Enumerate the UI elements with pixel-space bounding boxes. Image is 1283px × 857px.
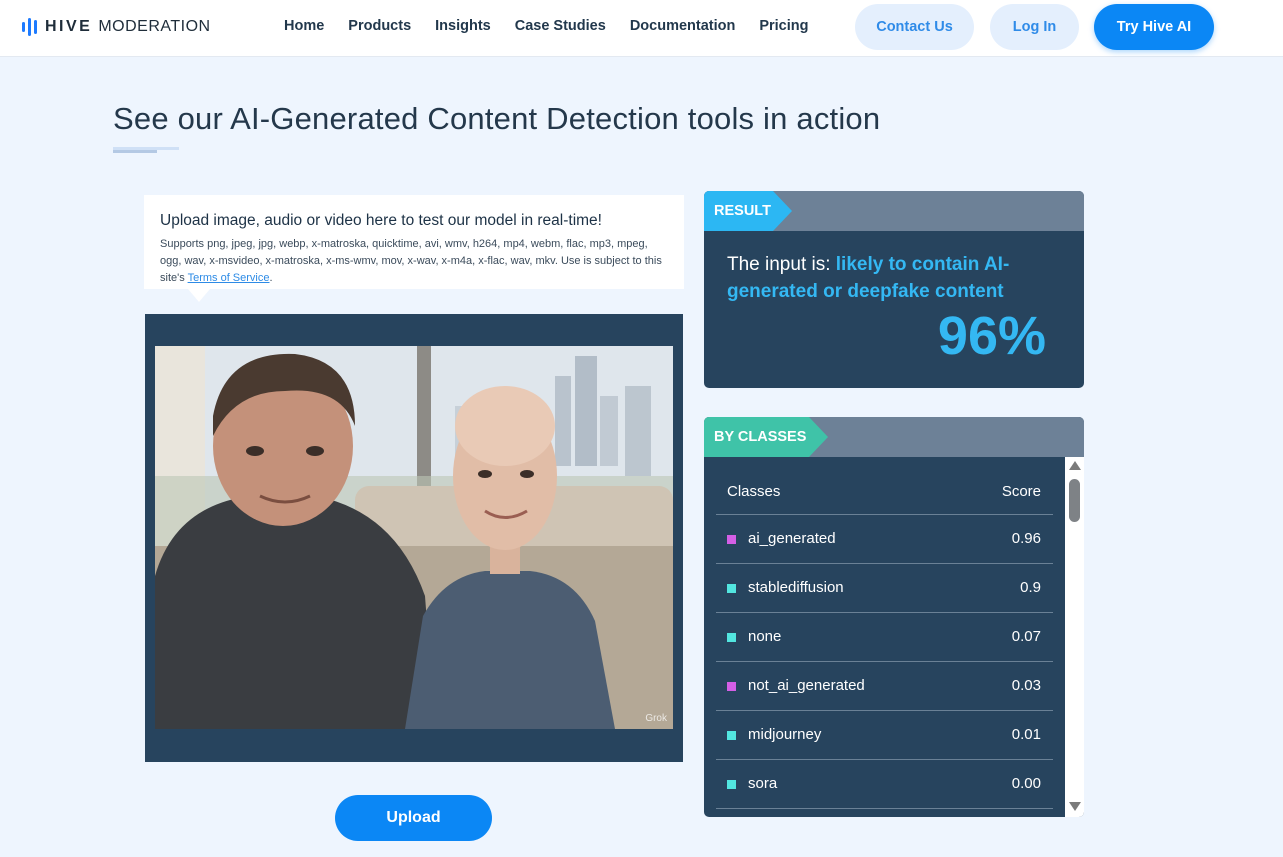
- nav-documentation[interactable]: Documentation: [630, 18, 736, 34]
- by-classes-tag: BY CLASSES: [704, 417, 828, 457]
- upload-headline: Upload image, audio or video here to tes…: [160, 212, 602, 229]
- class-score: 0.07: [1011, 628, 1041, 645]
- nav-case-studies[interactable]: Case Studies: [515, 18, 606, 34]
- class-score: 0.00: [1011, 775, 1041, 792]
- supported-formats-text: Supports png, jpeg, jpg, webp, x-matrosk…: [160, 236, 668, 287]
- class-name: none: [748, 628, 782, 645]
- hive-moderation-logo[interactable]: HIVE MODERATION: [22, 16, 211, 38]
- class-row: ai_generated 0.96: [716, 515, 1053, 564]
- contact-us-button[interactable]: Contact Us: [855, 4, 974, 50]
- class-color-swatch: [727, 535, 736, 544]
- class-color-swatch: [727, 633, 736, 642]
- try-hive-ai-button[interactable]: Try Hive AI: [1094, 4, 1214, 50]
- result-percentage: 96%: [937, 306, 1046, 366]
- class-row: midjourney 0.01: [716, 711, 1053, 760]
- result-verdict-text: The input is: likely to contain AI-gener…: [727, 251, 1047, 305]
- class-score: 0.01: [1011, 726, 1041, 743]
- top-navigation-bar: HIVE MODERATION Home Products Insights C…: [0, 0, 1283, 57]
- scrollbar-thumb[interactable]: [1069, 479, 1080, 522]
- class-score: 0.96: [1011, 530, 1041, 547]
- uploaded-image-preview: Grok: [155, 346, 673, 729]
- class-row: stablediffusion 0.9: [716, 564, 1053, 613]
- nav-home[interactable]: Home: [284, 18, 324, 34]
- class-name: ai_generated: [748, 530, 836, 547]
- classes-table-header: Classes Score: [716, 457, 1053, 515]
- class-row: sora 0.00: [716, 760, 1053, 809]
- column-header-score: Score: [1001, 483, 1041, 500]
- result-card: RESULT The input is: likely to contain A…: [704, 191, 1084, 388]
- uploaded-media-panel[interactable]: Grok: [145, 314, 683, 762]
- class-score: 0.9: [1020, 579, 1041, 596]
- title-underline-decoration: [113, 147, 179, 153]
- class-score: 0.03: [1011, 677, 1041, 694]
- result-tag: RESULT: [704, 191, 792, 231]
- grok-watermark: Grok: [645, 713, 667, 724]
- nav-insights[interactable]: Insights: [435, 18, 491, 34]
- nav-pricing[interactable]: Pricing: [759, 18, 808, 34]
- class-name: not_ai_generated: [748, 677, 865, 694]
- class-name: stablediffusion: [748, 579, 844, 596]
- log-in-button[interactable]: Log In: [990, 4, 1079, 50]
- main-nav: Home Products Insights Case Studies Docu…: [284, 18, 809, 34]
- class-color-swatch: [727, 584, 736, 593]
- class-row: not_ai_generated 0.03: [716, 662, 1053, 711]
- classes-table[interactable]: Classes Score ai_generated 0.96 stablediff…: [716, 457, 1053, 817]
- classes-scrollbar[interactable]: [1065, 457, 1084, 817]
- class-color-swatch: [727, 731, 736, 740]
- result-prefix: The input is:: [727, 254, 836, 275]
- class-name: sora: [748, 775, 778, 792]
- class-color-swatch: [727, 780, 736, 789]
- photo-illustration: [155, 346, 673, 729]
- column-header-classes: Classes: [727, 483, 781, 500]
- hive-logo-icon: [22, 18, 37, 36]
- classes-header-bar: BY CLASSES: [704, 417, 1084, 457]
- class-row: none 0.07: [716, 613, 1053, 662]
- page-title: See our AI-Generated Content Detection t…: [113, 101, 881, 136]
- upload-instructions-card: Upload image, audio or video here to tes…: [144, 195, 684, 302]
- scroll-up-arrow-icon[interactable]: [1069, 461, 1081, 470]
- formats-end: .: [269, 272, 273, 284]
- scroll-down-arrow-icon[interactable]: [1069, 802, 1081, 811]
- result-header-bar: RESULT: [704, 191, 1084, 231]
- class-color-swatch: [727, 682, 736, 691]
- terms-of-service-link[interactable]: Terms of Service: [188, 272, 270, 284]
- logo-text-hive: HIVE: [45, 18, 93, 35]
- logo-text-moderation: MODERATION: [98, 18, 211, 35]
- upload-button[interactable]: Upload: [335, 795, 492, 841]
- by-classes-card: BY CLASSES Classes Score ai_generated 0.9…: [704, 417, 1084, 817]
- nav-products[interactable]: Products: [348, 18, 411, 34]
- class-name: midjourney: [748, 726, 822, 743]
